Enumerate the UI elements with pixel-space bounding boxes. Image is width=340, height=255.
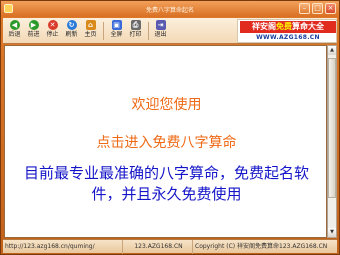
close-button[interactable]: ×: [325, 3, 336, 14]
toolbar-fullscreen-button[interactable]: ▣ 全屏: [108, 20, 125, 42]
toolbar-print-button[interactable]: ⎙ 打印: [127, 20, 144, 42]
toolbar-exit-label: 退出: [154, 31, 167, 38]
banner-url: WWW.AZG168.CN: [256, 34, 320, 41]
minimize-button[interactable]: –: [299, 3, 310, 14]
site-banner[interactable]: 祥安阁免费算命大全 WWW.AZG168.CN: [237, 19, 337, 43]
toolbar-exit-button[interactable]: ⇥ 退出: [152, 20, 169, 42]
toolbar-print-label: 打印: [129, 31, 142, 38]
scroll-thumb[interactable]: [328, 58, 336, 198]
toolbar-refresh-label: 刷新: [65, 31, 78, 38]
toolbar-forward-button[interactable]: ▶ 前进: [25, 20, 42, 42]
banner-title-post: 算命大全: [292, 22, 324, 31]
toolbar-home-label: 主页: [84, 31, 97, 38]
banner-title: 祥安阁免费算命大全: [240, 21, 336, 33]
toolbar-fullscreen-label: 全屏: [110, 31, 123, 38]
toolbar-stop-button[interactable]: ✕ 停止: [44, 20, 61, 42]
toolbar-separator: [103, 22, 104, 40]
toolbar-refresh-button[interactable]: ↻ 刷新: [63, 20, 80, 42]
maximize-button[interactable]: □: [312, 3, 323, 14]
banner-title-pre: 祥安阁: [252, 22, 276, 31]
app-window: 免费八字算命起名 – □ × ◀ 后退 ▶ 前进 ✕ 停止 ↻ 刷新 ⌂ 主页: [0, 0, 340, 255]
toolbar-separator: [148, 22, 149, 40]
home-icon: ⌂: [85, 20, 96, 30]
status-copyright: Copyright (C) 祥安阁免费算命123.AZG168.CN: [195, 243, 328, 250]
printer-icon: ⎙: [130, 20, 141, 30]
back-arrow-icon: ◀: [9, 20, 20, 30]
enter-bazi-link[interactable]: 点击进入免费八字算命: [5, 132, 328, 152]
scroll-down-icon[interactable]: ▼: [328, 228, 336, 237]
status-site: 123.AZG168.CN: [123, 240, 193, 254]
forward-arrow-icon: ▶: [28, 20, 39, 30]
status-url: http://123.azg168.cn/quming/: [3, 240, 123, 254]
toolbar-back-label: 后退: [8, 31, 21, 38]
scroll-up-icon[interactable]: ▲: [328, 46, 336, 55]
window-title: 免费八字算命起名: [145, 7, 194, 14]
toolbar-back-button[interactable]: ◀ 后退: [6, 20, 23, 42]
toolbar-home-button[interactable]: ⌂ 主页: [82, 20, 99, 42]
exit-icon: ⇥: [155, 20, 166, 30]
vertical-scrollbar[interactable]: ▲ ▼: [327, 45, 337, 238]
status-bar: http://123.azg168.cn/quming/ 123.AZG168.…: [3, 239, 337, 254]
title-bar[interactable]: 免费八字算命起名 – □ ×: [1, 1, 339, 17]
content-pane: 欢迎您使用 点击进入免费八字算命 目前最专业最准确的八字算命，免费起名软件，并且…: [4, 45, 327, 238]
fullscreen-icon: ▣: [111, 20, 122, 30]
toolbar-stop-label: 停止: [46, 31, 59, 38]
stop-icon: ✕: [47, 20, 58, 30]
refresh-icon: ↻: [66, 20, 77, 30]
toolbar-forward-label: 前进: [27, 31, 40, 38]
welcome-heading: 欢迎您使用: [131, 97, 202, 113]
banner-title-highlight: 免费: [276, 22, 292, 31]
description-text: 目前最专业最准确的八字算命，免费起名软件，并且永久免费使用: [23, 164, 309, 203]
window-controls: – □ ×: [299, 3, 336, 14]
